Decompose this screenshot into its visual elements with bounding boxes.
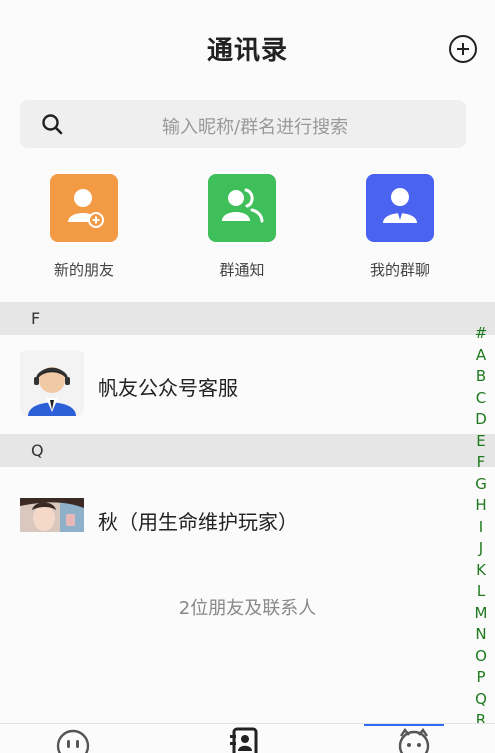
search-input[interactable]: 输入昵称/群名进行搜索 [20, 100, 466, 148]
my-groups-label: 我的群聊 [369, 261, 430, 279]
contact-row[interactable]: 帆友公众号客服 [0, 335, 470, 433]
contacts-tab-icon[interactable] [228, 727, 262, 753]
discover-tab-icon[interactable] [395, 728, 433, 753]
index-letter[interactable]: A [472, 345, 490, 367]
section-header-q: Q [0, 434, 495, 467]
index-letter[interactable]: E [472, 431, 490, 453]
index-letter[interactable]: I [472, 517, 490, 539]
chat-tab-icon[interactable] [55, 728, 91, 753]
search-icon [42, 114, 63, 135]
index-letter[interactable]: M [472, 603, 490, 625]
index-letter[interactable]: N [472, 624, 490, 646]
index-letter[interactable]: J [472, 538, 490, 560]
customer-service-avatar [20, 350, 84, 416]
contact-name: 秋（用生命维护玩家） [98, 510, 298, 534]
index-letter[interactable]: B [472, 366, 490, 388]
person-tie-icon [366, 174, 434, 242]
section-letter: Q [31, 441, 44, 460]
group-notice-button[interactable]: 群通知 [182, 174, 302, 280]
index-letter[interactable]: H [472, 495, 490, 517]
search-placeholder: 输入昵称/群名进行搜索 [162, 117, 349, 138]
alphabet-index[interactable]: # A B C D E F G H I J K L M N O P Q R [472, 323, 490, 732]
contact-name: 帆友公众号客服 [98, 376, 238, 400]
section-header-f: F [0, 302, 495, 335]
index-letter[interactable]: F [472, 452, 490, 474]
contact-row[interactable]: 秋（用生命维护玩家） [0, 467, 470, 567]
new-friends-button[interactable]: 新的朋友 [24, 174, 144, 280]
add-button[interactable] [449, 35, 477, 63]
page-title: 通讯录 [206, 36, 288, 66]
add-user-icon [50, 174, 118, 242]
group-icon [208, 174, 276, 242]
index-letter[interactable]: D [472, 409, 490, 431]
new-friends-label: 新的朋友 [53, 261, 114, 279]
group-notice-label: 群通知 [219, 261, 265, 279]
photo-avatar [20, 498, 84, 532]
index-letter[interactable]: P [472, 667, 490, 689]
index-letter[interactable]: # [472, 323, 490, 345]
index-letter[interactable]: L [472, 581, 490, 603]
contact-count: 2位朋友及联系人 [178, 598, 317, 619]
section-letter: F [31, 309, 41, 328]
tab-indicator [364, 724, 444, 726]
index-letter[interactable]: Q [472, 689, 490, 711]
index-letter[interactable]: O [472, 646, 490, 668]
index-letter[interactable]: C [472, 388, 490, 410]
index-letter[interactable]: G [472, 474, 490, 496]
header: 通讯录 [0, 0, 495, 92]
index-letter[interactable]: K [472, 560, 490, 582]
my-groups-button[interactable]: 我的群聊 [340, 174, 460, 280]
tab-bar [0, 723, 495, 753]
